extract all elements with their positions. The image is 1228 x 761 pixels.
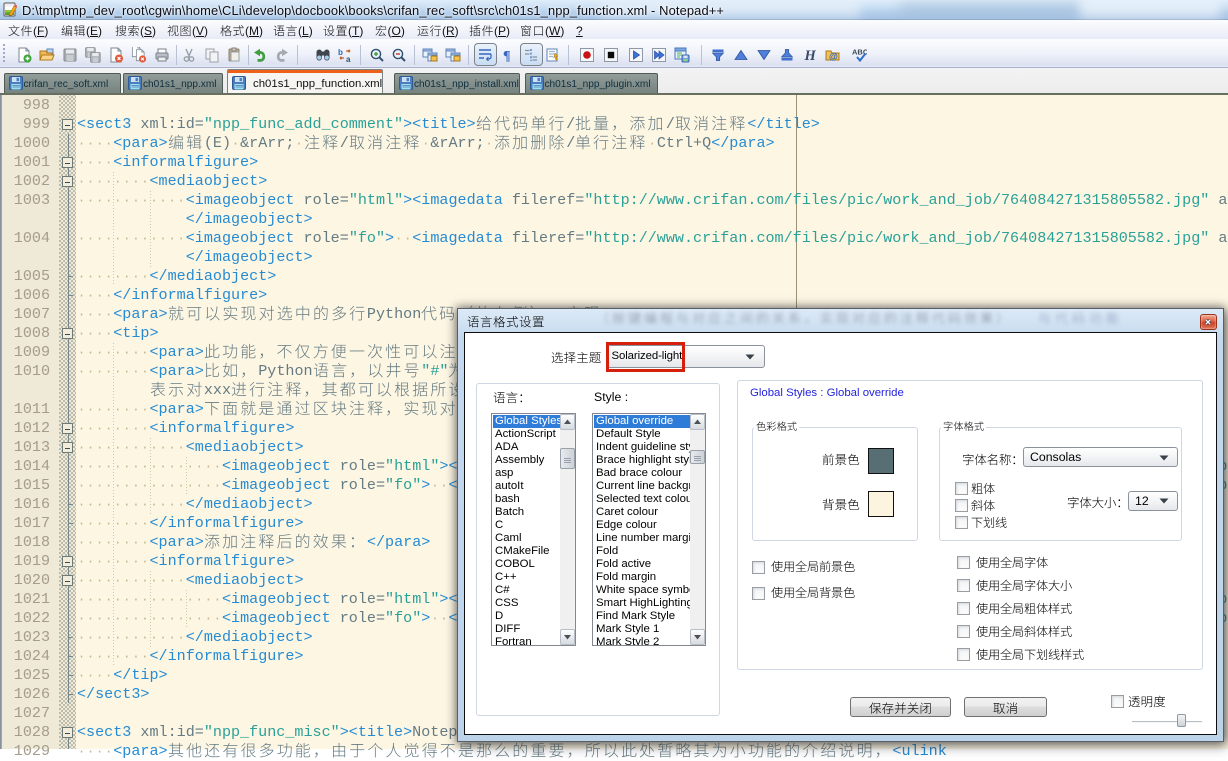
svg-text:H: H: [804, 48, 817, 63]
svg-text:¶: ¶: [503, 49, 511, 63]
svg-text:@: @: [829, 52, 838, 62]
svg-text:a: a: [346, 55, 351, 63]
svg-text:b: b: [338, 48, 343, 57]
